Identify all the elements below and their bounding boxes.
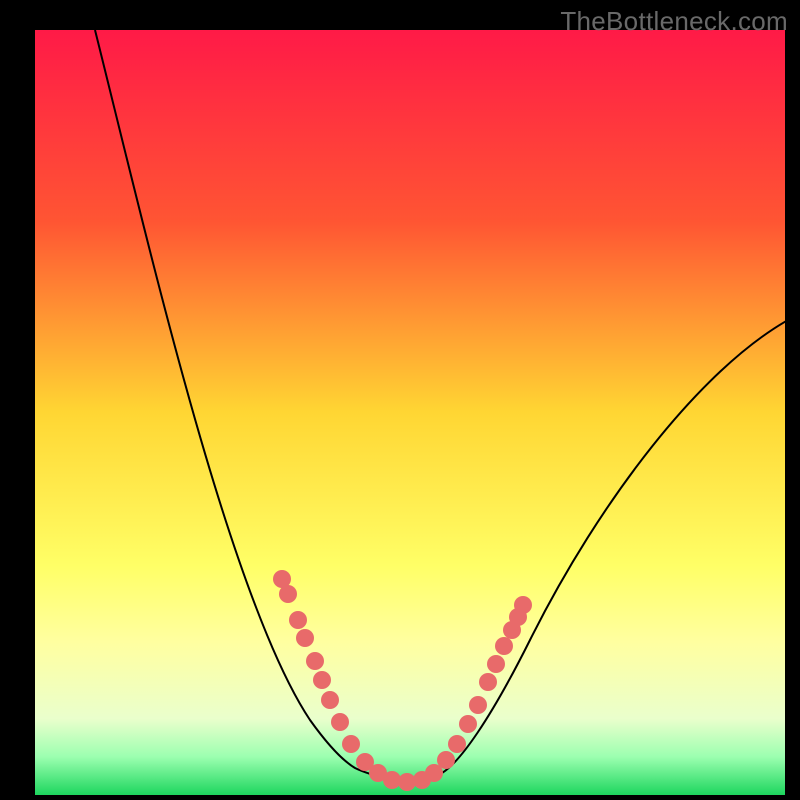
marker-dot: [469, 696, 487, 714]
marker-dot: [289, 611, 307, 629]
marker-dot: [514, 596, 532, 614]
chart-background: [35, 30, 785, 795]
marker-dot: [479, 673, 497, 691]
marker-dot: [306, 652, 324, 670]
marker-dot: [279, 585, 297, 603]
marker-dot: [321, 691, 339, 709]
marker-dot: [459, 715, 477, 733]
chart-frame: TheBottleneck.com: [0, 0, 800, 800]
marker-dot: [437, 751, 455, 769]
marker-dot: [342, 735, 360, 753]
marker-dot: [296, 629, 314, 647]
marker-dot: [487, 655, 505, 673]
marker-dot: [331, 713, 349, 731]
marker-dot: [495, 637, 513, 655]
marker-dot: [448, 735, 466, 753]
watermark-label: TheBottleneck.com: [560, 6, 788, 37]
chart-canvas: [0, 0, 800, 800]
marker-dot: [313, 671, 331, 689]
